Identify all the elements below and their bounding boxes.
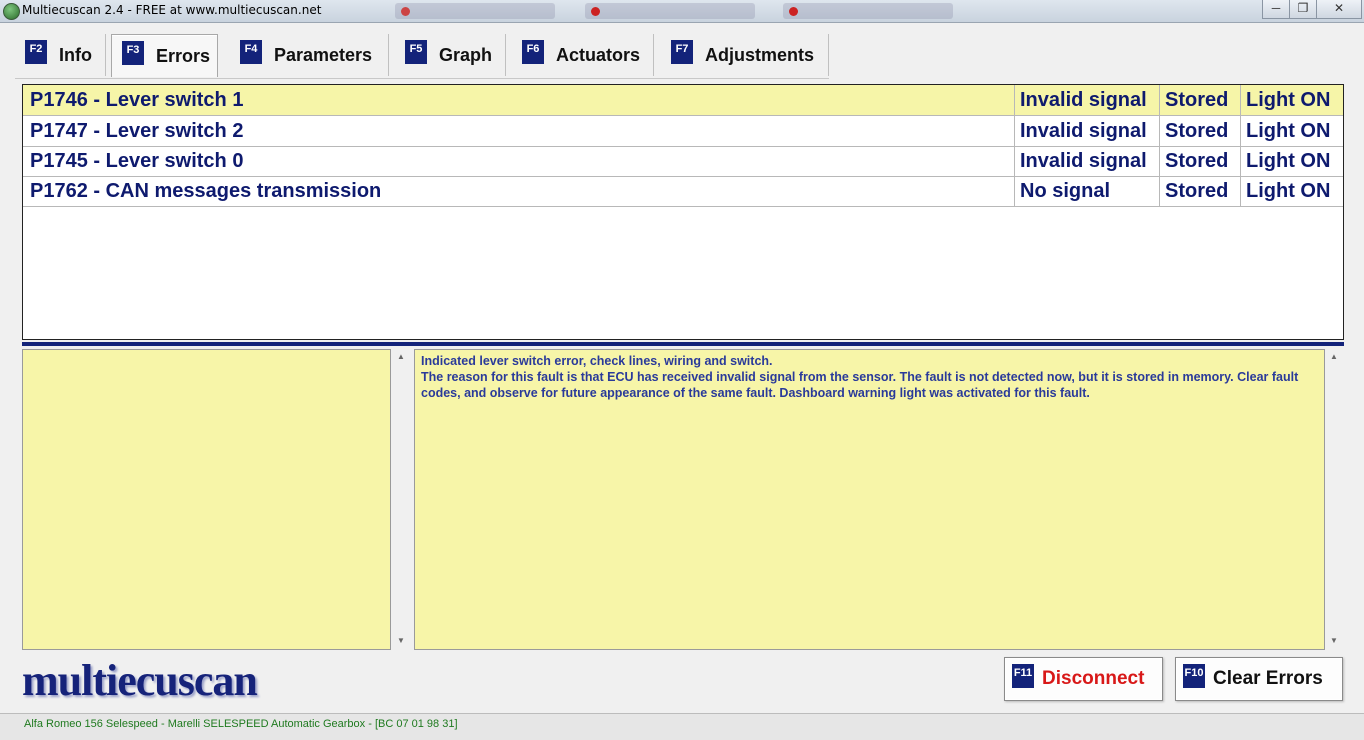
scroll-down-icon[interactable]: ▼ xyxy=(397,636,405,645)
detail-panel-left[interactable] xyxy=(22,349,391,650)
divider xyxy=(22,342,1344,346)
f10-key-icon: F10 xyxy=(1183,664,1205,688)
clear-errors-label: Clear Errors xyxy=(1213,668,1323,689)
error-code: P1747 - Lever switch 2 xyxy=(30,120,244,142)
tab-adjustments[interactable]: F7 Adjustments xyxy=(661,34,829,76)
description-line: The reason for this fault is that ECU ha… xyxy=(421,370,1299,400)
error-code: P1745 - Lever switch 0 xyxy=(30,150,244,172)
tab-strip: F2 Info F3 Errors F4 Parameters F5 Graph… xyxy=(15,34,829,79)
disconnect-label: Disconnect xyxy=(1042,668,1145,689)
error-status: Stored xyxy=(1159,85,1245,115)
scroll-up-icon[interactable]: ▲ xyxy=(1330,352,1338,361)
f5-key-icon: F5 xyxy=(405,40,427,64)
tab-label: Actuators xyxy=(556,44,641,65)
error-light: Light ON xyxy=(1240,176,1349,206)
title-bar: Multiecuscan 2.4 - FREE at www.multiecus… xyxy=(0,0,1364,23)
error-row[interactable]: P1746 - Lever switch 1 Invalid signal St… xyxy=(23,85,1343,116)
tab-graph[interactable]: F5 Graph xyxy=(395,34,506,76)
tab-actuators[interactable]: F6 Actuators xyxy=(512,34,654,76)
f11-key-icon: F11 xyxy=(1012,664,1034,688)
error-description: Indicated lever switch error, check line… xyxy=(421,353,1321,401)
tab-label: Graph xyxy=(439,44,493,65)
minimize-button[interactable]: ─ xyxy=(1262,0,1290,19)
error-list: P1746 - Lever switch 1 Invalid signal St… xyxy=(22,84,1344,340)
close-button[interactable]: ✕ xyxy=(1316,0,1362,19)
window-title: Multiecuscan 2.4 - FREE at www.multiecus… xyxy=(22,3,322,17)
background-browser-tabs xyxy=(395,2,975,20)
error-signal: No signal xyxy=(1014,176,1164,206)
disconnect-button[interactable]: F11 Disconnect xyxy=(1004,657,1163,701)
tab-label: Adjustments xyxy=(705,44,815,65)
scroll-down-icon[interactable]: ▼ xyxy=(1330,636,1338,645)
tab-label: Info xyxy=(59,44,92,65)
error-status: Stored xyxy=(1159,146,1245,176)
tab-info[interactable]: F2 Info xyxy=(15,34,106,76)
error-signal: Invalid signal xyxy=(1014,85,1164,115)
scroll-up-icon[interactable]: ▲ xyxy=(397,352,405,361)
error-signal: Invalid signal xyxy=(1014,146,1164,176)
error-light: Light ON xyxy=(1240,116,1349,146)
description-panel[interactable]: Indicated lever switch error, check line… xyxy=(414,349,1325,650)
error-status: Stored xyxy=(1159,116,1245,146)
error-light: Light ON xyxy=(1240,85,1349,115)
error-light: Light ON xyxy=(1240,146,1349,176)
maximize-button[interactable]: ❐ xyxy=(1289,0,1317,19)
tab-errors[interactable]: F3 Errors xyxy=(111,34,218,77)
app-icon xyxy=(3,3,20,20)
multiecuscan-logo: multiecuscan xyxy=(22,656,258,705)
tab-parameters[interactable]: F4 Parameters xyxy=(230,34,389,76)
f2-key-icon: F2 xyxy=(25,40,47,64)
error-row[interactable]: P1745 - Lever switch 0 Invalid signal St… xyxy=(23,146,1343,177)
error-code: P1762 - CAN messages transmission xyxy=(30,180,382,202)
error-code: P1746 - Lever switch 1 xyxy=(30,89,244,111)
tab-label: Errors xyxy=(156,45,211,66)
vehicle-status: Alfa Romeo 156 Selespeed - Marelli SELES… xyxy=(24,718,458,730)
error-status: Stored xyxy=(1159,176,1245,206)
clear-errors-button[interactable]: F10 Clear Errors xyxy=(1175,657,1343,701)
tab-label: Parameters xyxy=(274,44,373,65)
f4-key-icon: F4 xyxy=(240,40,262,64)
f3-key-icon: F3 xyxy=(122,41,144,65)
status-bar: Alfa Romeo 156 Selespeed - Marelli SELES… xyxy=(0,713,1364,740)
error-row[interactable]: P1747 - Lever switch 2 Invalid signal St… xyxy=(23,116,1343,147)
f6-key-icon: F6 xyxy=(522,40,544,64)
description-line: Indicated lever switch error, check line… xyxy=(421,354,773,368)
f7-key-icon: F7 xyxy=(671,40,693,64)
error-row[interactable]: P1762 - CAN messages transmission No sig… xyxy=(23,176,1343,207)
error-signal: Invalid signal xyxy=(1014,116,1164,146)
